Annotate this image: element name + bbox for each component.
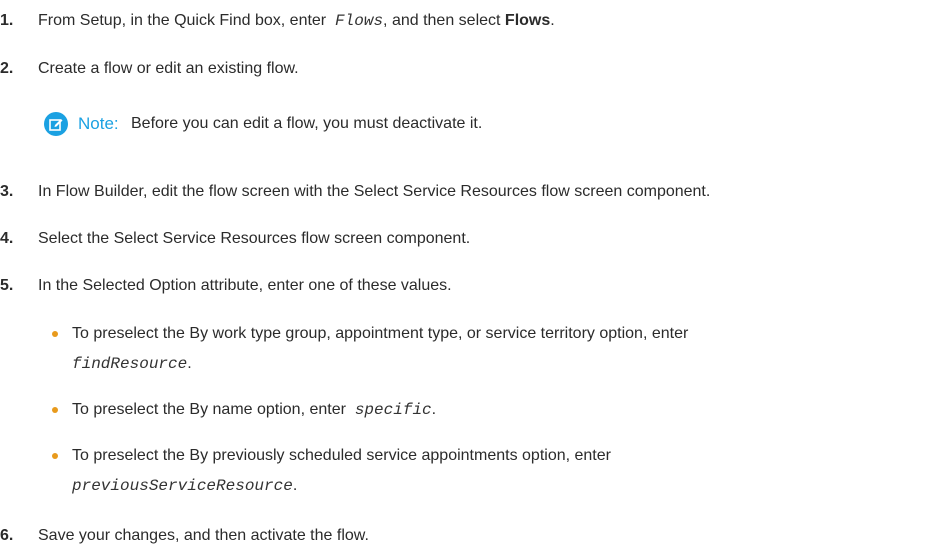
step-text-pre: From Setup, in the Quick Find box, enter	[38, 12, 327, 29]
step-number: 5.	[0, 277, 14, 294]
code-findresource: findResource	[72, 355, 188, 373]
step-text: In Flow Builder, edit the flow screen wi…	[38, 183, 711, 200]
step-text-post: .	[550, 12, 555, 29]
step-text: Create a flow or edit an existing flow.	[38, 60, 299, 77]
code-previousserviceresource: previousServiceResource	[72, 477, 293, 495]
code-flows: Flows	[335, 12, 384, 30]
bullet-dot	[52, 453, 58, 459]
code-specific: specific	[354, 401, 432, 419]
bullet-item-3-cont: previousServiceResource.	[72, 475, 297, 497]
step-text: In the Selected Option attribute, enter …	[38, 277, 452, 294]
bullet-item-1-cont: findResource.	[72, 353, 192, 375]
bullet-dot	[52, 407, 58, 413]
note-text: Before you can edit a flow, you must dea…	[131, 115, 483, 132]
step-number: 6.	[0, 527, 14, 544]
bullet-post: .	[292, 477, 298, 494]
document-page: 1. From Setup, in the Quick Find box, en…	[0, 0, 951, 560]
step-number: 2.	[0, 60, 14, 77]
step-number: 1.	[0, 12, 14, 29]
bullet-post: .	[187, 355, 192, 372]
step-number: 4.	[0, 230, 14, 247]
bullet-post: .	[431, 401, 437, 418]
step-text: Select the Select Service Resources flow…	[38, 230, 471, 247]
step-text: Save your changes, and then activate the…	[38, 527, 369, 544]
bullet-text: To preselect the By previously scheduled…	[72, 447, 611, 464]
bullet-text: To preselect the By work type group, app…	[72, 325, 689, 342]
bullet-dot	[52, 331, 58, 337]
note-label: Note:	[78, 114, 119, 133]
bullet-pre: To preselect the By name option, enter	[72, 401, 346, 418]
edit-note-icon	[44, 112, 68, 136]
step-text: From Setup, in the Quick Find box, enter…	[38, 10, 555, 32]
step-text-mid: , and then select	[383, 12, 501, 29]
bullet-text: To preselect the By name option, enter s…	[72, 399, 436, 421]
bold-flows: Flows	[504, 12, 551, 29]
step-number: 3.	[0, 183, 14, 200]
